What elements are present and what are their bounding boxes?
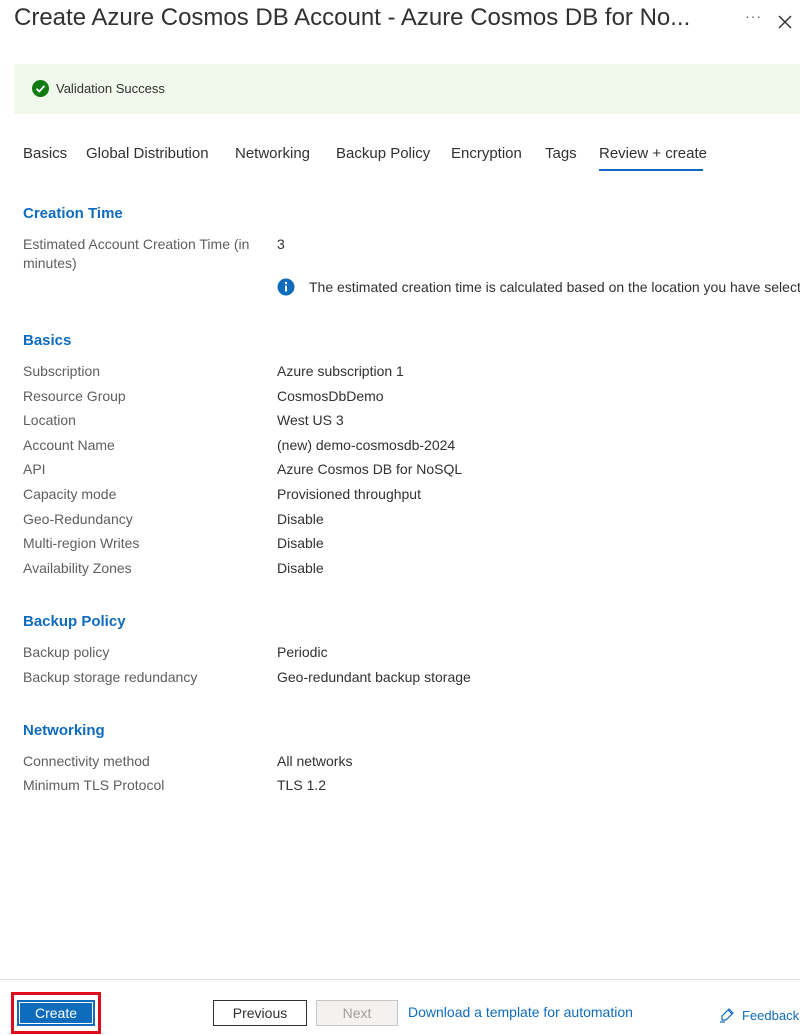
feedback-icon[interactable] bbox=[719, 1007, 735, 1023]
value-account-name: (new) demo-cosmosdb-2024 bbox=[277, 437, 456, 453]
create-button[interactable]: Create bbox=[17, 1000, 95, 1026]
tab-review-create[interactable]: Review + create bbox=[599, 145, 707, 162]
info-icon bbox=[277, 278, 295, 296]
creation-time-value: 3 bbox=[277, 236, 285, 252]
feedback-link[interactable]: Feedback bbox=[742, 1008, 799, 1023]
tab-networking[interactable]: Networking bbox=[235, 145, 310, 162]
creation-time-label: Estimated Account Creation Time (in bbox=[23, 236, 250, 252]
validation-message: Validation Success bbox=[56, 81, 165, 96]
value-connectivity-method: All networks bbox=[277, 753, 353, 769]
next-button: Next bbox=[316, 1000, 398, 1026]
section-title-creation-time: Creation Time bbox=[23, 205, 123, 222]
value-location: West US 3 bbox=[277, 412, 344, 428]
tab-basics[interactable]: Basics bbox=[23, 145, 67, 162]
value-backup-storage-redundancy: Geo-redundant backup storage bbox=[277, 669, 471, 685]
section-title-networking: Networking bbox=[23, 722, 105, 739]
wizard-tabs: Basics Global Distribution Networking Ba… bbox=[0, 140, 800, 174]
value-minimum-tls: TLS 1.2 bbox=[277, 777, 327, 793]
label-resource-group: Resource Group bbox=[23, 388, 126, 404]
section-title-basics: Basics bbox=[23, 332, 72, 349]
footer-divider bbox=[0, 979, 800, 980]
label-account-name: Account Name bbox=[23, 437, 115, 453]
checkmark-circle-icon bbox=[32, 80, 49, 97]
previous-button[interactable]: Previous bbox=[213, 1000, 307, 1026]
blade-header: Create Azure Cosmos DB Account - Azure C… bbox=[0, 0, 800, 46]
label-backup-storage-redundancy: Backup storage redundancy bbox=[23, 669, 198, 685]
download-template-link[interactable]: Download a template for automation bbox=[408, 1004, 633, 1020]
label-availability-zones: Availability Zones bbox=[23, 560, 132, 576]
label-capacity-mode: Capacity mode bbox=[23, 486, 117, 502]
value-geo-redundancy: Disable bbox=[277, 511, 324, 527]
tab-global-distribution[interactable]: Global Distribution bbox=[86, 145, 209, 162]
label-backup-policy: Backup policy bbox=[23, 644, 110, 660]
creation-time-info: The estimated creation time is calculate… bbox=[309, 279, 800, 295]
value-subscription: Azure subscription 1 bbox=[277, 363, 404, 379]
value-capacity-mode: Provisioned throughput bbox=[277, 486, 421, 502]
creation-time-label-cont: minutes) bbox=[23, 255, 77, 271]
more-options-button[interactable]: ··· bbox=[745, 8, 762, 24]
tab-tags[interactable]: Tags bbox=[545, 145, 577, 162]
value-availability-zones: Disable bbox=[277, 560, 324, 576]
tab-encryption[interactable]: Encryption bbox=[451, 145, 522, 162]
tab-backup-policy[interactable]: Backup Policy bbox=[336, 145, 430, 162]
label-multi-region-writes: Multi-region Writes bbox=[23, 535, 140, 551]
value-multi-region-writes: Disable bbox=[277, 535, 324, 551]
value-api: Azure Cosmos DB for NoSQL bbox=[277, 461, 463, 477]
page-title: Create Azure Cosmos DB Account - Azure C… bbox=[14, 4, 691, 31]
close-icon[interactable] bbox=[776, 10, 794, 32]
label-minimum-tls: Minimum TLS Protocol bbox=[23, 777, 165, 793]
label-connectivity-method: Connectivity method bbox=[23, 753, 150, 769]
label-api: API bbox=[23, 461, 46, 477]
value-resource-group: CosmosDbDemo bbox=[277, 388, 384, 404]
value-backup-policy: Periodic bbox=[277, 644, 328, 660]
active-tab-indicator bbox=[599, 169, 703, 171]
label-geo-redundancy: Geo-Redundancy bbox=[23, 511, 133, 527]
label-location: Location bbox=[23, 412, 76, 428]
label-subscription: Subscription bbox=[23, 363, 101, 379]
section-title-backup-policy: Backup Policy bbox=[23, 613, 126, 630]
validation-banner: Validation Success bbox=[14, 64, 800, 114]
